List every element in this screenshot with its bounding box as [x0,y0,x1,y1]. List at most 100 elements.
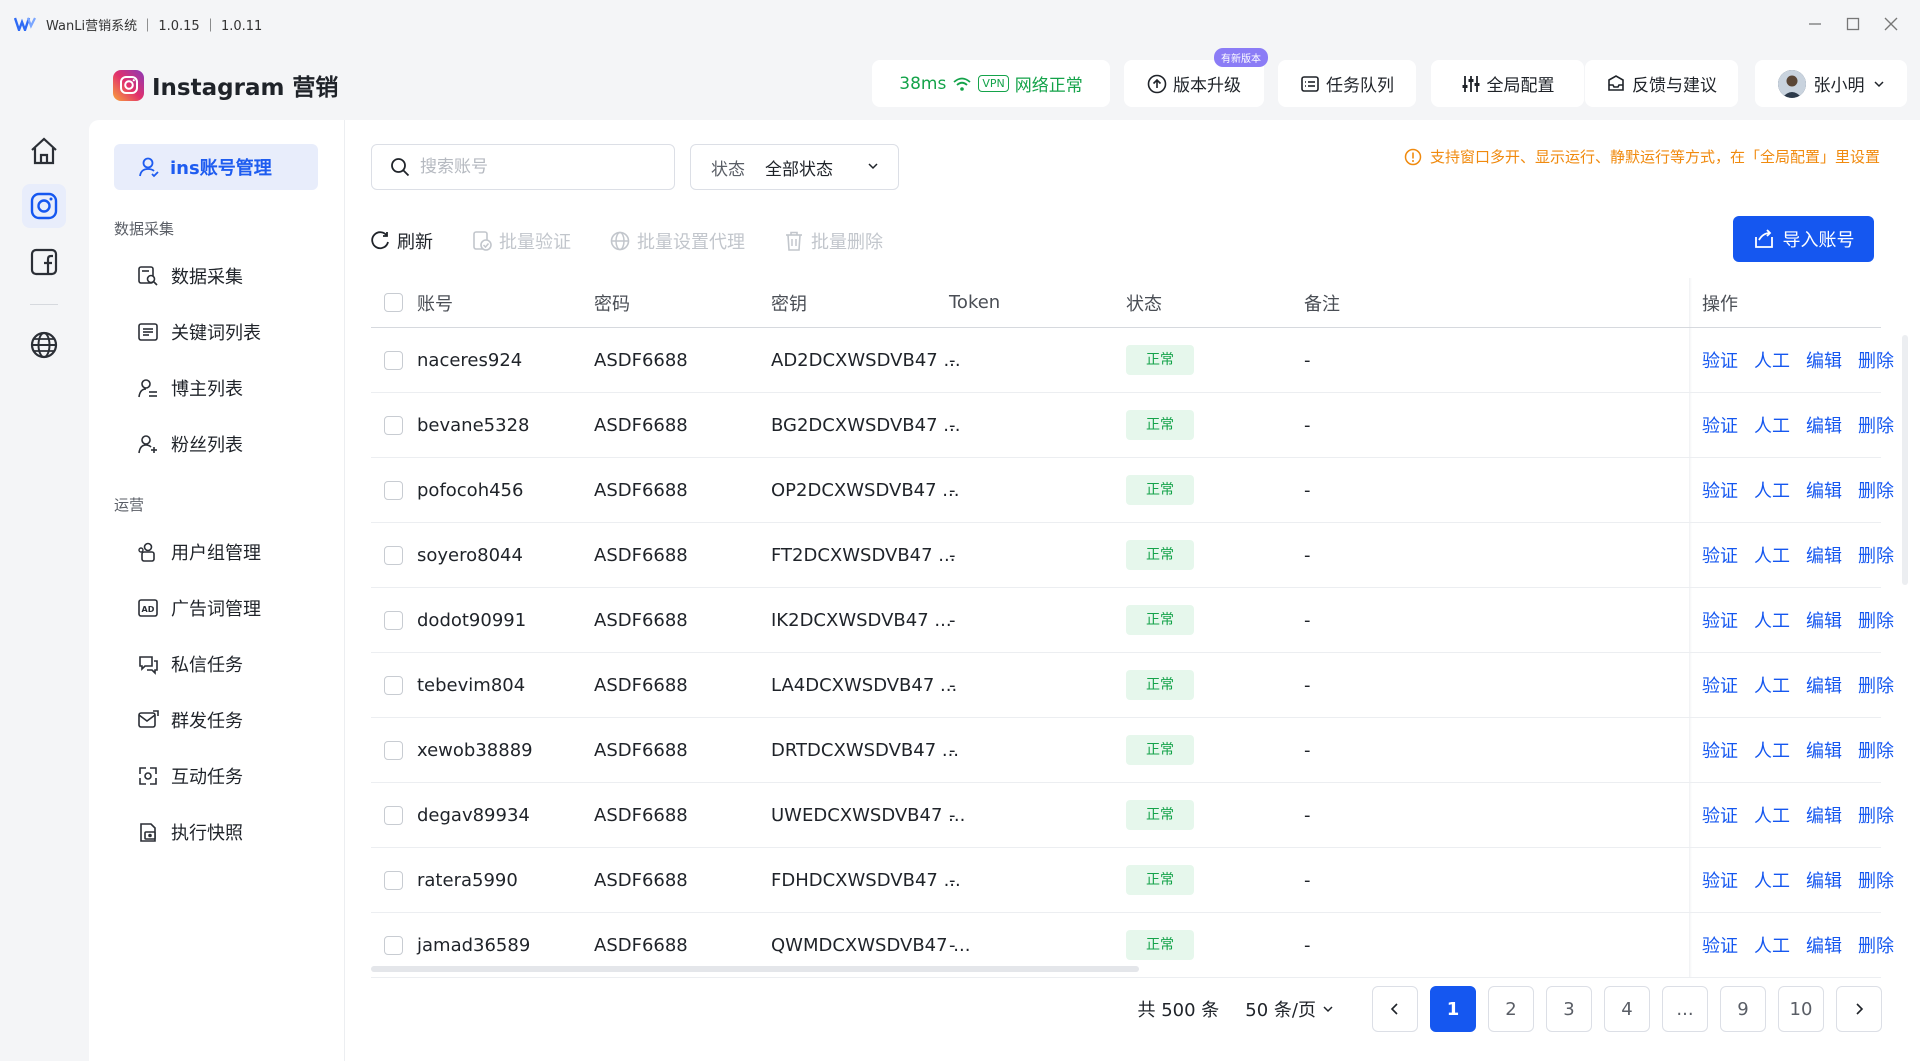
delete-link[interactable]: 删除 [1858,607,1894,633]
verify-link[interactable]: 验证 [1702,737,1738,763]
user-icon [139,157,159,178]
row-checkbox[interactable] [384,871,403,890]
sidebar-item-mass-send[interactable]: 群发任务 [137,702,243,738]
manual-link[interactable]: 人工 [1754,542,1790,568]
page-button[interactable]: 1 [1430,986,1476,1032]
global-config-button[interactable]: 全局配置 [1431,60,1584,107]
edit-link[interactable]: 编辑 [1806,347,1842,373]
manual-link[interactable]: 人工 [1754,932,1790,958]
manual-link[interactable]: 人工 [1754,477,1790,503]
manual-link[interactable]: 人工 [1754,867,1790,893]
manual-link[interactable]: 人工 [1754,347,1790,373]
mail-send-icon [138,710,159,728]
manual-link[interactable]: 人工 [1754,802,1790,828]
home-icon[interactable] [22,129,66,173]
sidebar-item-fans[interactable]: 粉丝列表 [137,426,243,462]
feedback-button[interactable]: 反馈与建议 [1585,60,1738,107]
verify-link[interactable]: 验证 [1702,867,1738,893]
delete-link[interactable]: 删除 [1858,412,1894,438]
network-status[interactable]: 38ms VPN 网络正常 [872,60,1110,107]
delete-link[interactable]: 删除 [1858,802,1894,828]
instagram-icon[interactable] [22,184,66,228]
row-checkbox[interactable] [384,806,403,825]
batch-delete-button[interactable]: 批量删除 [783,228,883,254]
sidebar-item-ad-words[interactable]: AD 广告词管理 [137,590,261,626]
task-queue-button[interactable]: 任务队列 [1278,60,1416,107]
page-ellipsis[interactable]: ... [1662,986,1708,1032]
manual-link[interactable]: 人工 [1754,607,1790,633]
import-accounts-button[interactable]: 导入账号 [1733,216,1874,262]
batch-verify-button[interactable]: 批量验证 [471,228,571,254]
status-select[interactable]: 状态 全部状态 [690,144,899,190]
edit-link[interactable]: 编辑 [1806,542,1842,568]
next-page-button[interactable] [1836,986,1882,1032]
delete-link[interactable]: 删除 [1858,867,1894,893]
edit-link[interactable]: 编辑 [1806,672,1842,698]
verify-link[interactable]: 验证 [1702,802,1738,828]
edit-link[interactable]: 编辑 [1806,932,1842,958]
refresh-button[interactable]: 刷新 [369,228,433,254]
page-size-select[interactable]: 50 条/页 [1245,996,1334,1022]
verify-link[interactable]: 验证 [1702,672,1738,698]
edit-link[interactable]: 编辑 [1806,802,1842,828]
edit-link[interactable]: 编辑 [1806,607,1842,633]
verify-link[interactable]: 验证 [1702,932,1738,958]
horizontal-scrollbar[interactable] [371,966,1139,972]
row-checkbox[interactable] [384,741,403,760]
delete-link[interactable]: 删除 [1858,347,1894,373]
page-button[interactable]: 10 [1778,986,1824,1032]
row-checkbox[interactable] [384,611,403,630]
verify-link[interactable]: 验证 [1702,607,1738,633]
network-status-text: 网络正常 [1014,76,1083,96]
manual-link[interactable]: 人工 [1754,412,1790,438]
maximize-button[interactable] [1834,8,1872,40]
delete-link[interactable]: 删除 [1858,737,1894,763]
cell-actions: 验证 人工 编辑 删除 [1702,913,1910,977]
sidebar-item-private-msg[interactable]: 私信任务 [137,646,243,682]
prev-page-button[interactable] [1372,986,1418,1032]
edit-link[interactable]: 编辑 [1806,412,1842,438]
edit-link[interactable]: 编辑 [1806,477,1842,503]
sidebar-item-ins-accounts[interactable]: ins账号管理 [114,144,318,190]
user-menu[interactable]: 张小明 [1755,60,1907,107]
page-button[interactable]: 9 [1720,986,1766,1032]
globe-icon[interactable] [22,323,66,367]
edit-link[interactable]: 编辑 [1806,867,1842,893]
page-button[interactable]: 3 [1546,986,1592,1032]
delete-link[interactable]: 删除 [1858,542,1894,568]
verify-link[interactable]: 验证 [1702,542,1738,568]
row-checkbox[interactable] [384,546,403,565]
edit-link[interactable]: 编辑 [1806,737,1842,763]
minimize-button[interactable] [1796,8,1834,40]
select-all-checkbox[interactable] [384,293,403,312]
row-checkbox[interactable] [384,416,403,435]
page-button[interactable]: 2 [1488,986,1534,1032]
delete-link[interactable]: 删除 [1858,932,1894,958]
sidebar-item-user-groups[interactable]: 用户组管理 [137,534,261,570]
verify-link[interactable]: 验证 [1702,412,1738,438]
verify-link[interactable]: 验证 [1702,477,1738,503]
verify-link[interactable]: 验证 [1702,347,1738,373]
svg-text:AD: AD [142,605,155,614]
manual-link[interactable]: 人工 [1754,737,1790,763]
delete-link[interactable]: 删除 [1858,672,1894,698]
facebook-icon[interactable] [22,240,66,284]
vertical-scrollbar[interactable] [1902,335,1908,585]
delete-link[interactable]: 删除 [1858,477,1894,503]
upgrade-button[interactable]: 版本升级 有新版本 [1124,48,1268,107]
close-button[interactable] [1872,8,1910,40]
row-checkbox[interactable] [384,351,403,370]
sidebar-item-interaction[interactable]: 互动任务 [137,758,243,794]
row-checkbox[interactable] [384,936,403,955]
batch-proxy-button[interactable]: 批量设置代理 [609,228,745,254]
page-button[interactable]: 4 [1604,986,1650,1032]
sidebar-item-keywords[interactable]: 关键词列表 [137,314,261,350]
sidebar-item-snapshot[interactable]: 执行快照 [137,814,243,850]
sidebar-item-bloggers[interactable]: 博主列表 [137,370,243,406]
search-box[interactable] [371,144,675,190]
search-input[interactable] [420,157,660,177]
row-checkbox[interactable] [384,481,403,500]
manual-link[interactable]: 人工 [1754,672,1790,698]
sidebar-item-data-collect[interactable]: 数据采集 [137,258,243,294]
row-checkbox[interactable] [384,676,403,695]
